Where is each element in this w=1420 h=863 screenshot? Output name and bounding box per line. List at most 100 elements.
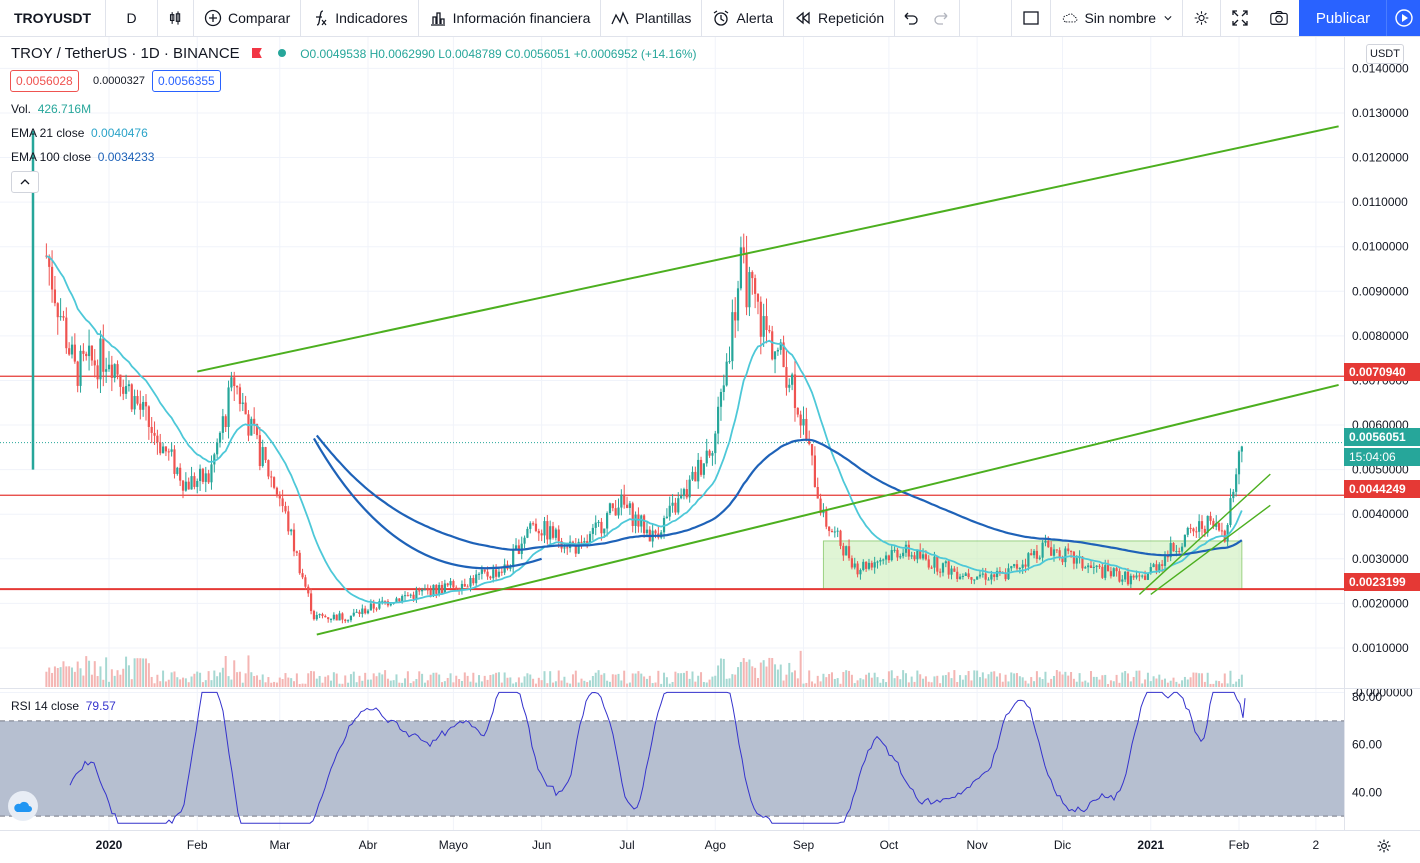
candle-body	[278, 494, 281, 499]
candle-body	[910, 555, 913, 557]
candle-body	[773, 351, 777, 360]
volume-bar	[1089, 671, 1092, 687]
volume-bar	[759, 662, 762, 687]
volume-bar	[606, 680, 609, 687]
volume-bar	[1095, 676, 1098, 687]
candle-body	[253, 418, 256, 424]
candle-body	[711, 453, 714, 456]
candle-body	[341, 613, 344, 620]
volume-bar	[312, 671, 315, 687]
financials-button[interactable]: Información financiera	[419, 0, 602, 36]
candle-body	[745, 252, 748, 308]
volume-bar	[580, 678, 583, 687]
volume-bar	[290, 678, 293, 687]
volume-bar	[392, 680, 395, 687]
candle-body	[423, 589, 427, 591]
undo-button[interactable]	[895, 0, 927, 36]
volume-bar	[1181, 680, 1184, 687]
volume-bar	[384, 670, 387, 687]
publish-video-button[interactable]	[1386, 0, 1420, 36]
tradingview-logo-button[interactable]	[8, 791, 38, 821]
candle-body	[976, 576, 979, 580]
volume-bar	[1101, 675, 1104, 687]
publish-button[interactable]: Publicar	[1299, 0, 1387, 36]
replay-button[interactable]: Repetición	[784, 0, 896, 36]
volume-bar	[850, 674, 853, 687]
volume-bar	[534, 683, 537, 687]
candle-body	[318, 614, 321, 616]
volume-bar	[620, 680, 623, 687]
candle-body	[241, 402, 244, 404]
candle-body	[1143, 575, 1147, 580]
volume-bar	[1098, 679, 1101, 687]
lower-trend-line	[316, 383, 1339, 636]
collapse-legend-button[interactable]	[11, 171, 39, 193]
volume-bar	[196, 671, 199, 687]
volume-bar	[1129, 681, 1132, 687]
candle-body	[762, 316, 765, 337]
buy-price-button[interactable]: 0.0056355	[152, 70, 221, 92]
candle-body	[617, 507, 620, 516]
volume-bar	[520, 682, 523, 687]
snapshot-button[interactable]	[1259, 0, 1299, 36]
volume-bar	[751, 666, 754, 687]
volume-bar	[472, 672, 475, 687]
volume-bar	[870, 677, 873, 687]
volume-bar	[82, 675, 85, 687]
candle-body	[489, 576, 492, 579]
ema21-value: 0.0040476	[91, 126, 148, 140]
templates-button[interactable]: Plantillas	[601, 0, 703, 36]
interval-button[interactable]: D	[106, 0, 158, 36]
ask-value: 0.0056355	[158, 74, 215, 88]
chart-canvas[interactable]: 0.01400000.01300000.01200000.01100000.01…	[0, 37, 1420, 863]
candle-body	[526, 528, 529, 538]
settings-button[interactable]	[1183, 0, 1221, 36]
candle-body	[198, 468, 202, 481]
candle-body	[623, 494, 626, 505]
alert-button[interactable]: Alerta	[702, 0, 784, 36]
volume-bar	[591, 675, 594, 687]
layout-select-button[interactable]	[1011, 0, 1051, 36]
volume-bar	[885, 682, 888, 687]
rewind-icon	[795, 11, 810, 25]
volume-bar	[637, 671, 640, 687]
volume-bar	[517, 677, 520, 687]
chart-type-button[interactable]	[158, 0, 194, 36]
indicators-button[interactable]: Indicadores	[301, 0, 419, 36]
candle-body	[1132, 575, 1135, 578]
volume-bar	[227, 676, 230, 687]
volume-bar	[207, 671, 210, 687]
candle-body	[96, 365, 99, 380]
volume-bar	[708, 679, 711, 687]
candle-body	[1158, 564, 1161, 571]
redo-button[interactable]	[927, 0, 961, 36]
volume-bar	[1203, 681, 1206, 687]
volume-bar	[941, 675, 944, 687]
volume-bar	[310, 670, 313, 687]
flag-icon[interactable]	[251, 48, 262, 58]
axis-settings-button[interactable]	[1374, 836, 1394, 856]
volume-bar	[1226, 683, 1229, 687]
volume-bar	[79, 668, 82, 687]
time-tick-label: 2021	[1137, 838, 1164, 852]
volume-bar	[1064, 671, 1067, 687]
volume-bar	[1112, 681, 1115, 687]
candle-body	[1035, 550, 1039, 559]
currency-button[interactable]: USDT	[1366, 44, 1404, 64]
sell-price-button[interactable]: 0.0056028	[10, 70, 79, 92]
candle-body	[1135, 575, 1138, 578]
volume-bar	[429, 674, 432, 687]
volume-bar	[1050, 678, 1053, 687]
candle-body	[295, 551, 298, 553]
volume-bar	[782, 680, 785, 687]
symbol-search-button[interactable]: TROYUSDT	[0, 0, 106, 36]
compare-button[interactable]: Comparar	[194, 0, 302, 36]
layout-name-button[interactable]: Sin nombre	[1051, 0, 1183, 36]
candle-body	[591, 527, 594, 534]
fullscreen-button[interactable]	[1221, 0, 1259, 36]
candle-body	[187, 481, 190, 490]
candle-body	[281, 498, 284, 507]
candle-body	[335, 614, 338, 621]
candle-body	[614, 508, 617, 516]
candle-body	[105, 369, 108, 372]
